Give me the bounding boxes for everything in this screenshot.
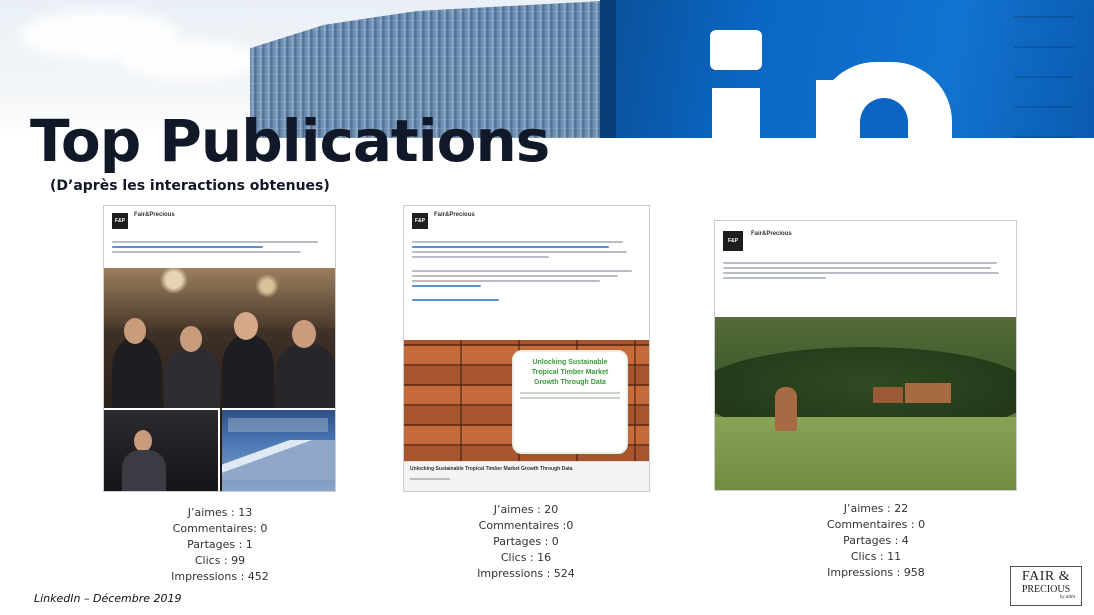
linkedin-sign-image	[600, 0, 1094, 138]
likes-stat: J’aimes : 20	[493, 503, 559, 516]
comments-stat: Commentaires :0	[478, 519, 574, 532]
post-header: F&P Fair&Precious	[104, 206, 335, 236]
clicks-stat: Clics : 99	[194, 554, 246, 567]
post-link-preview[interactable]: Unlocking Sustainable Tropical Timber Ma…	[404, 461, 649, 491]
forest-landscape-image	[715, 317, 1016, 490]
clicks-stat: Clics : 11	[850, 550, 902, 563]
post-header: F&P Fair&Precious	[715, 221, 1016, 257]
page-title: Top Publications	[30, 107, 550, 175]
post-1-stats: J’aimes : 13 Commentaires: 0 Partages : …	[140, 505, 300, 585]
presentation-screen-photo	[222, 408, 335, 491]
post-header: F&P Fair&Precious	[404, 206, 649, 236]
source-footnote: LinkedIn – Décembre 2019	[34, 592, 182, 605]
post-card-1[interactable]: F&P Fair&Precious	[103, 205, 336, 492]
timber-stack-image: Unlocking Sustainable Tropical Timber Ma…	[404, 340, 649, 464]
post-3-stats: J’aimes : 22 Commentaires : 0 Partages :…	[796, 501, 956, 581]
conference-crowd-image	[104, 268, 335, 491]
company-logo-icon: F&P	[412, 213, 428, 229]
impressions-stat: Impressions : 452	[171, 570, 269, 583]
impressions-stat: Impressions : 958	[827, 566, 925, 579]
post-author: Fair&Precious	[434, 212, 475, 218]
post-text-preview	[715, 257, 1016, 284]
post-card-3[interactable]: F&P Fair&Precious	[714, 220, 1017, 491]
linkedin-logo-icon	[710, 30, 762, 70]
likes-stat: J’aimes : 13	[187, 506, 253, 519]
comments-stat: Commentaires: 0	[172, 522, 268, 535]
post-card-2[interactable]: F&P Fair&Precious Unlocking Sustainable …	[403, 205, 650, 492]
clicks-stat: Clics : 16	[500, 551, 552, 564]
speaker-photo	[104, 408, 220, 491]
post-author: Fair&Precious	[134, 212, 175, 218]
shares-stat: Partages : 1	[187, 538, 253, 551]
post-2-stats: J’aimes : 20 Commentaires :0 Partages : …	[446, 502, 606, 582]
likes-stat: J’aimes : 22	[843, 502, 909, 515]
impressions-stat: Impressions : 524	[477, 567, 575, 580]
post-text-preview	[404, 236, 649, 306]
link-preview-title: Unlocking Sustainable Tropical Timber Ma…	[410, 466, 573, 472]
cloud	[120, 40, 260, 80]
post-text-preview	[104, 236, 335, 258]
report-badge: Unlocking Sustainable Tropical Timber Ma…	[512, 350, 628, 454]
shares-stat: Partages : 4	[843, 534, 909, 547]
fair-and-precious-logo: FAIR & PRECIOUS by atibt	[1010, 566, 1082, 606]
post-author: Fair&Precious	[751, 231, 792, 237]
comments-stat: Commentaires : 0	[826, 518, 926, 531]
shares-stat: Partages : 0	[493, 535, 559, 548]
page-subtitle: (D’après les interactions obtenues)	[50, 178, 330, 194]
company-logo-icon: F&P	[723, 231, 743, 251]
company-logo-icon: F&P	[112, 213, 128, 229]
report-badge-title: Unlocking Sustainable Tropical Timber Ma…	[531, 359, 609, 386]
